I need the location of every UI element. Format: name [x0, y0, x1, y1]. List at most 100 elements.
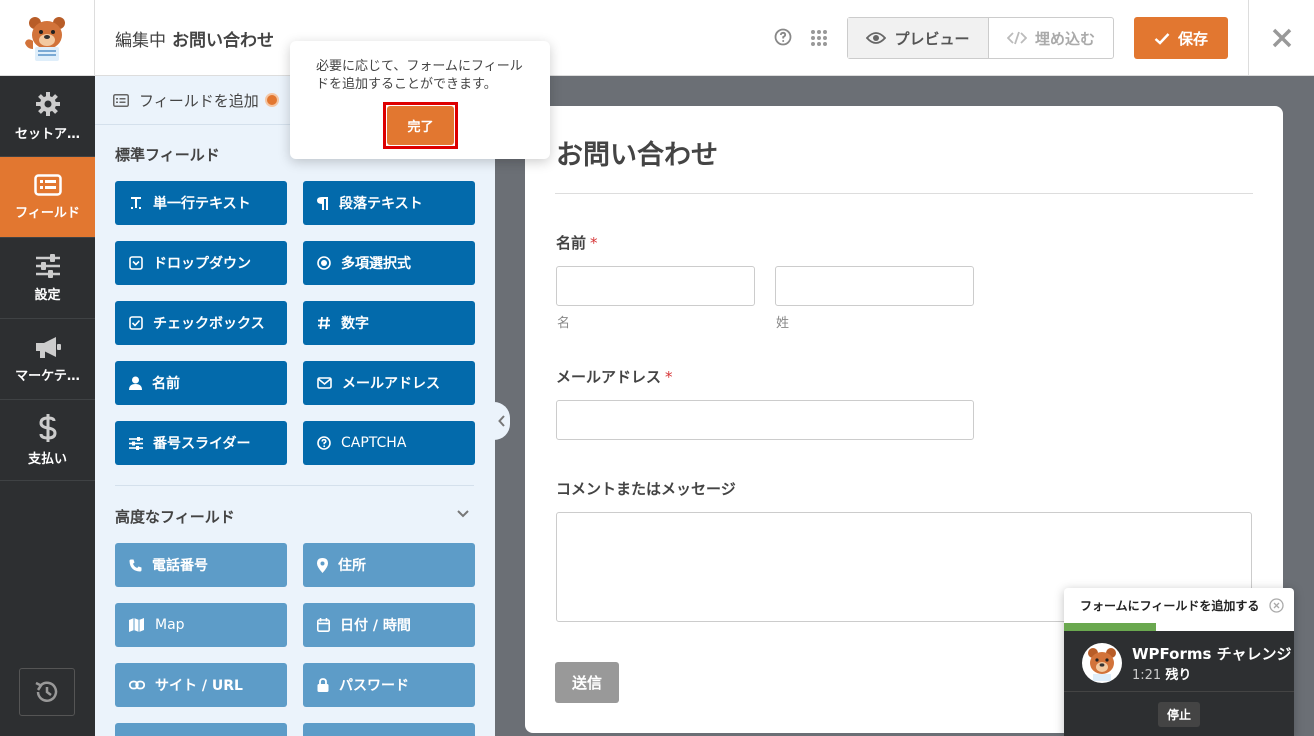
onboarding-tooltip: 必要に応じて、フォームにフィールドを追加することができます。 完了	[290, 41, 550, 159]
first-name-input[interactable]	[556, 266, 755, 306]
fields-panel: フィールドを追加 標準フィールド 単一行テキスト 段落テキスト ドロップダウン …	[95, 76, 495, 736]
revisions-button[interactable]	[19, 668, 75, 716]
field-label: パスワード	[339, 678, 409, 694]
envelope-icon	[317, 377, 332, 389]
save-label: 保存	[1177, 29, 1208, 48]
field-label: Map	[155, 617, 185, 633]
phone-icon	[129, 559, 142, 571]
chevron-down-icon[interactable]	[456, 509, 470, 519]
email-input[interactable]	[556, 400, 974, 440]
bear-mascot-icon	[1088, 648, 1116, 681]
stop-challenge-button[interactable]: 停止	[1158, 702, 1200, 727]
field-single-line-text[interactable]: 単一行テキスト	[115, 181, 287, 225]
field-label: 数字	[341, 316, 369, 332]
nav-label-settings: 設定	[34, 287, 61, 303]
tab-add-fields-label: フィールドを追加	[139, 91, 259, 110]
challenge-time-remaining: 1:21 残り	[1132, 664, 1191, 683]
field-label: メールアドレス	[342, 376, 440, 392]
form-name: お問い合わせ	[172, 31, 274, 51]
preview-button[interactable]: プレビュー	[848, 18, 989, 58]
nav-label-marketing: マーケテ…	[15, 368, 80, 384]
form-title-divider	[555, 193, 1253, 194]
field-label: ドロップダウン	[153, 256, 251, 272]
name-field-label: 名前 *	[556, 232, 598, 253]
field-captcha[interactable]: CAPTCHA	[303, 421, 475, 465]
field-paragraph-text[interactable]: 段落テキスト	[303, 181, 475, 225]
question-icon	[317, 436, 331, 450]
submit-button[interactable]: 送信	[555, 662, 619, 703]
dollar-icon	[38, 413, 57, 442]
page-title: 編集中 お問い合わせ	[115, 26, 274, 51]
save-button[interactable]: 保存	[1134, 17, 1228, 59]
comment-field-label: コメントまたはメッセージ	[556, 480, 736, 498]
field-phone[interactable]: 電話番号	[115, 543, 287, 587]
paragraph-icon	[317, 197, 328, 210]
radio-icon	[317, 256, 331, 270]
section-divider	[115, 485, 474, 486]
field-website-url[interactable]: サイト / URL	[115, 663, 287, 707]
field-date-time[interactable]: 日付 / 時間	[303, 603, 475, 647]
field-label: 電話番号	[152, 558, 208, 574]
field-map[interactable]: Map	[115, 603, 287, 647]
left-nav: セットア… フィールド 設定 マーケテ… 支払い	[0, 76, 95, 736]
close-circle-icon[interactable]	[1269, 598, 1284, 613]
wpforms-logo	[0, 0, 95, 76]
nav-label-fields: フィールド	[15, 205, 80, 221]
challenge-body: WPForms チャレンジ 1:21 残り 停止	[1064, 631, 1294, 736]
preview-label: プレビュー	[894, 29, 970, 48]
challenge-separator	[1064, 691, 1294, 692]
gear-icon	[35, 91, 60, 116]
eye-icon	[866, 32, 887, 44]
help-icon[interactable]	[774, 28, 792, 46]
close-button[interactable]	[1248, 0, 1314, 76]
field-label: 名前	[152, 376, 180, 392]
tooltip-text: 必要に応じて、フォームにフィールドを追加することができます。	[316, 59, 523, 92]
field-more-1[interactable]	[115, 723, 287, 736]
field-checkboxes[interactable]: チェックボックス	[115, 301, 287, 345]
field-label: 住所	[338, 558, 366, 574]
challenge-avatar	[1082, 643, 1122, 683]
preview-embed-group: プレビュー 埋め込む	[847, 17, 1114, 59]
challenge-time-suffix: 残り	[1165, 668, 1192, 683]
history-icon	[35, 681, 58, 702]
field-label: 単一行テキスト	[153, 196, 251, 212]
nav-item-settings[interactable]: 設定	[0, 238, 95, 319]
field-name[interactable]: 名前	[115, 361, 287, 405]
challenge-title: WPForms チャレンジ	[1132, 645, 1292, 663]
challenge-widget: フォームにフィールドを追加する WPForms チャレンジ 1:21 残り 停止	[1064, 588, 1294, 736]
nav-item-payments[interactable]: 支払い	[0, 400, 95, 481]
map-marker-icon	[317, 557, 328, 573]
lock-icon	[317, 678, 329, 692]
email-field-label: メールアドレス *	[556, 366, 673, 387]
done-button[interactable]: 完了	[387, 106, 454, 145]
sliders-icon	[35, 253, 60, 278]
link-icon	[129, 680, 145, 690]
bear-mascot-icon	[25, 17, 65, 61]
editing-label: 編集中	[115, 31, 166, 51]
field-number[interactable]: 数字	[303, 301, 475, 345]
last-name-input[interactable]	[775, 266, 974, 306]
field-email[interactable]: メールアドレス	[303, 361, 475, 405]
field-password[interactable]: パスワード	[303, 663, 475, 707]
field-multiple-choice[interactable]: 多項選択式	[303, 241, 475, 285]
field-dropdown[interactable]: ドロップダウン	[115, 241, 287, 285]
embed-button[interactable]: 埋め込む	[989, 18, 1113, 58]
close-icon	[1272, 28, 1291, 48]
field-address[interactable]: 住所	[303, 543, 475, 587]
apps-grid-icon[interactable]	[810, 29, 828, 47]
field-label: 段落テキスト	[339, 196, 423, 212]
text-icon	[131, 197, 141, 209]
last-name-sublabel: 姓	[776, 316, 790, 331]
field-more-2[interactable]	[303, 723, 475, 736]
email-label-text: メールアドレス	[556, 368, 662, 386]
calendar-icon	[317, 618, 330, 632]
field-number-slider[interactable]: 番号スライダー	[115, 421, 287, 465]
sliders-icon	[129, 436, 143, 450]
nav-item-marketing[interactable]: マーケテ…	[0, 319, 95, 400]
field-label: チェックボックス	[153, 316, 265, 332]
nav-item-setup[interactable]: セットア…	[0, 76, 95, 157]
fields-icon	[33, 173, 62, 196]
nav-item-fields[interactable]: フィールド	[0, 157, 95, 238]
megaphone-icon	[35, 336, 61, 358]
field-label: 日付 / 時間	[340, 618, 411, 634]
